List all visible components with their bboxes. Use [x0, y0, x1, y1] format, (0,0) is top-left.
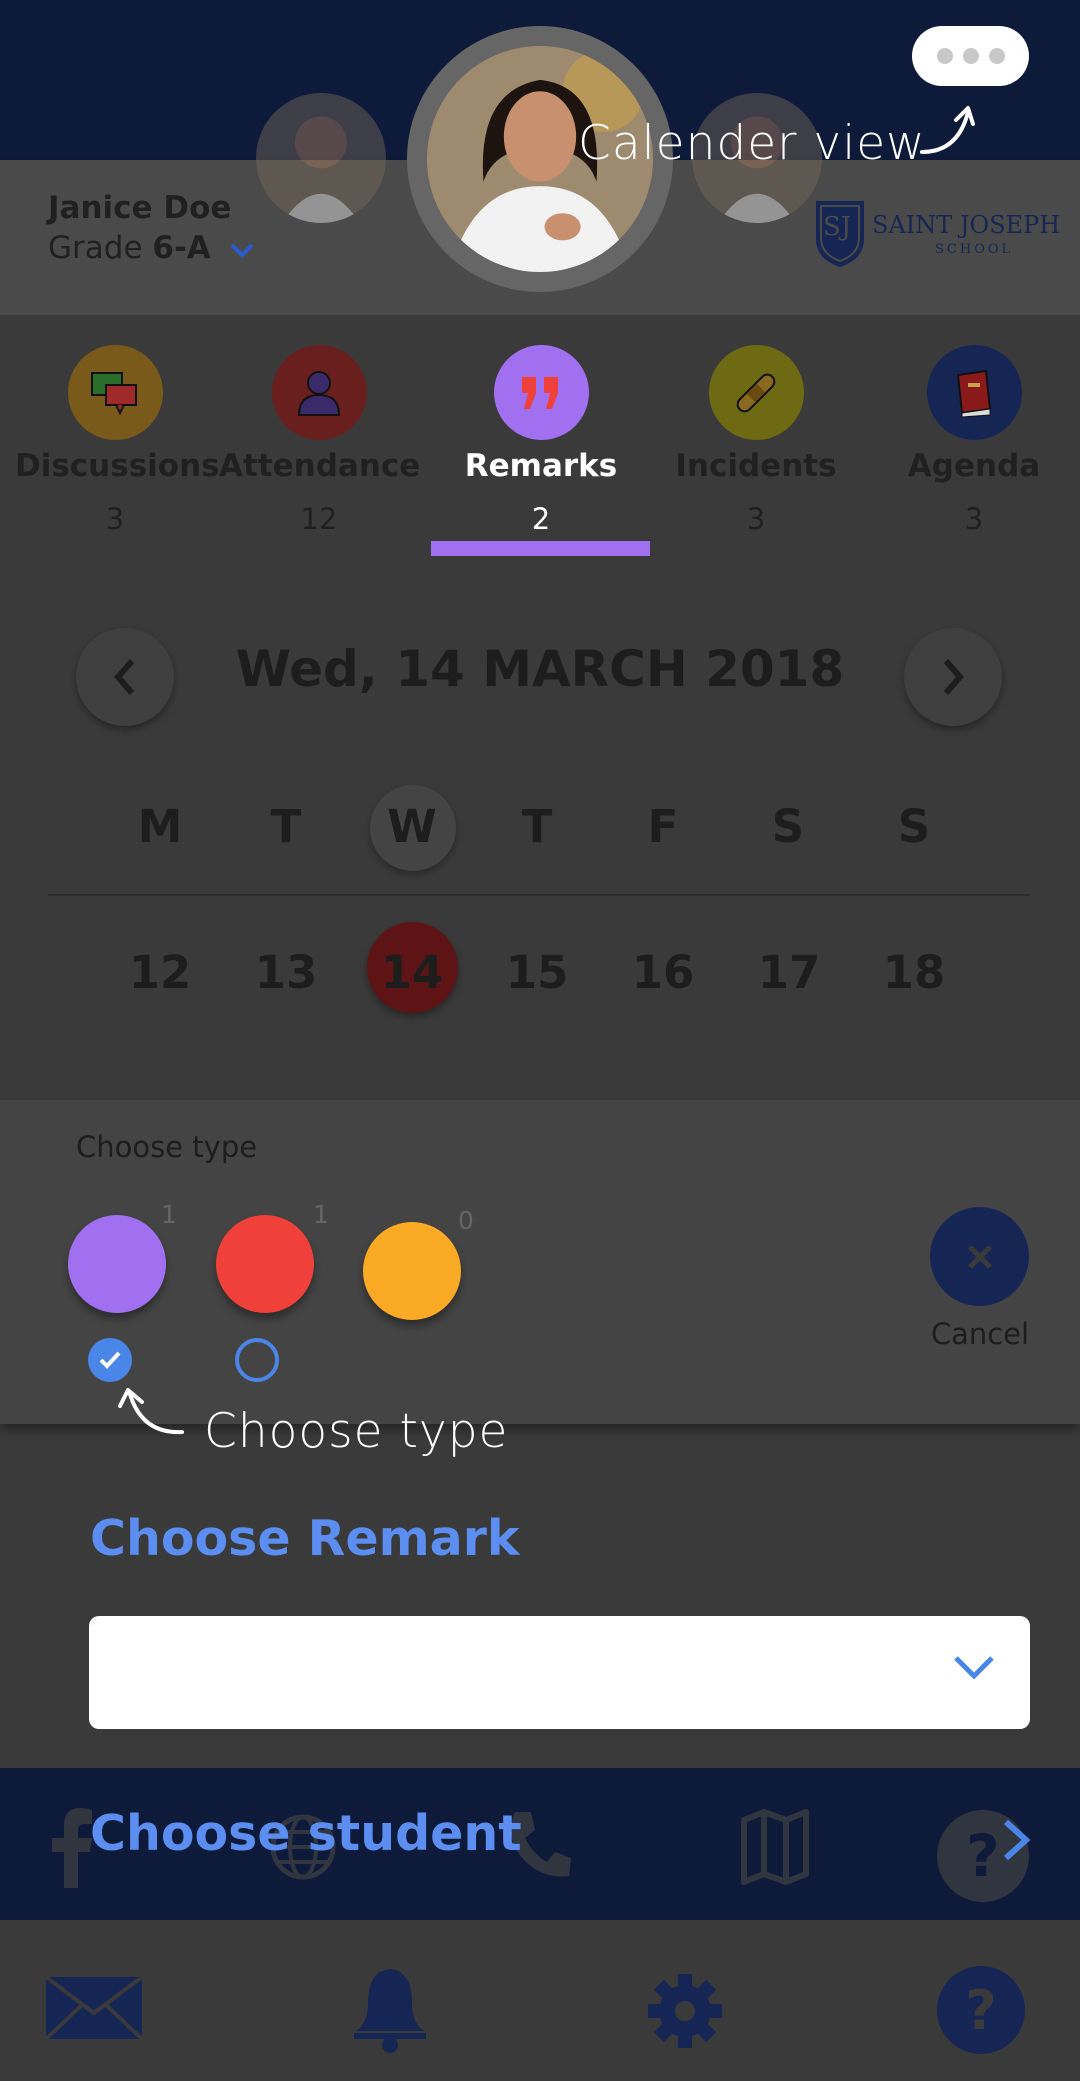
- type-count: 0: [458, 1206, 474, 1235]
- map-icon[interactable]: [740, 1808, 810, 1890]
- weekday-label: W: [387, 800, 437, 853]
- calendar-day[interactable]: 15: [492, 946, 582, 999]
- weekday-label: S: [897, 800, 931, 853]
- help-circle-icon[interactable]: ?: [936, 1965, 1026, 2059]
- weekday-label: S: [771, 800, 805, 853]
- chevron-down-icon[interactable]: [952, 1652, 996, 1682]
- avatar-previous-teacher[interactable]: [256, 93, 386, 223]
- type-count: 1: [161, 1200, 177, 1229]
- next-week-button[interactable]: [904, 628, 1002, 726]
- tab-discussions[interactable]: Discussions 3: [15, 345, 220, 536]
- school-subtitle: SCHOOL: [935, 242, 1014, 257]
- active-tab-indicator: [431, 541, 650, 556]
- tab-count: 12: [300, 502, 338, 536]
- weekday-label: T: [270, 800, 302, 853]
- bandage-icon: [708, 345, 804, 440]
- calendar-divider: [48, 894, 1030, 896]
- annotation-calender-view: Calender view: [578, 116, 926, 171]
- choose-remark-heading: Choose Remark: [90, 1510, 520, 1567]
- type-unselected-radio[interactable]: [235, 1338, 279, 1382]
- chevron-left-icon: [114, 659, 135, 695]
- type-count: 1: [313, 1200, 329, 1229]
- tab-remarks[interactable]: Remarks 2: [441, 345, 641, 536]
- panel-title: Choose type: [76, 1130, 258, 1164]
- tab-label: Agenda: [907, 448, 1041, 484]
- tab-count: 3: [105, 502, 125, 536]
- calendar-day[interactable]: 12: [115, 946, 205, 999]
- tab-count: 2: [531, 502, 551, 536]
- quote-icon: [493, 345, 589, 440]
- grade-value: 6-A: [152, 230, 211, 266]
- type-yellow-button[interactable]: [363, 1222, 461, 1320]
- close-icon: [967, 1244, 992, 1269]
- mail-icon[interactable]: [44, 1975, 144, 2045]
- bottom-navigation: [0, 1920, 1080, 2081]
- type-red-button[interactable]: [216, 1215, 314, 1313]
- student-grade[interactable]: Grade 6-A: [48, 230, 255, 268]
- remark-select[interactable]: [89, 1616, 1030, 1729]
- settings-gear-icon[interactable]: [646, 1972, 724, 2054]
- chevron-right-icon[interactable]: [1000, 1818, 1034, 1862]
- more-dot-icon: [936, 48, 953, 64]
- tab-agenda[interactable]: Agenda 3: [874, 345, 1074, 536]
- school-monogram: SJ: [823, 212, 852, 242]
- tab-count: 3: [964, 502, 984, 536]
- chevron-down-icon[interactable]: [229, 232, 255, 268]
- calendar-day[interactable]: 13: [241, 946, 331, 999]
- annotation-arrow-icon: [920, 106, 975, 154]
- checkmark-icon: [99, 1351, 121, 1369]
- calendar-day[interactable]: 16: [618, 946, 708, 999]
- annotation-arrow-icon: [118, 1388, 184, 1435]
- tab-label: Discussions: [15, 448, 220, 484]
- chat-icon: [67, 345, 163, 440]
- more-dot-icon: [988, 48, 1005, 64]
- choose-student-heading[interactable]: Choose student: [90, 1805, 522, 1862]
- type-purple-button[interactable]: [68, 1215, 166, 1313]
- weekday-label: F: [647, 800, 679, 853]
- more-options-button[interactable]: [912, 26, 1029, 86]
- cancel-label: Cancel: [930, 1317, 1030, 1351]
- grade-prefix: Grade: [48, 230, 143, 266]
- calendar-date-title: Wed, 14 MARCH 2018: [235, 640, 845, 698]
- calendar-day-selected[interactable]: 14: [367, 946, 457, 999]
- calendar-day[interactable]: 18: [869, 946, 959, 999]
- svg-text:?: ?: [965, 1979, 996, 2042]
- facebook-icon[interactable]: [48, 1808, 96, 1892]
- person-icon: [271, 345, 367, 440]
- school-name: SAINT JOSEPH: [872, 211, 1061, 239]
- tab-label: Incidents: [675, 448, 837, 484]
- school-logo: SJ SAINT JOSEPH SCHOOL: [810, 195, 1060, 271]
- weekday-label: M: [137, 800, 183, 853]
- tab-attendance[interactable]: Attendance 12: [219, 345, 421, 536]
- weekday-label: T: [521, 800, 553, 853]
- calendar-day[interactable]: 17: [744, 946, 834, 999]
- tab-label: Remarks: [464, 448, 618, 484]
- type-selected-checkbox[interactable]: [88, 1338, 132, 1382]
- annotation-choose-type: Choose type: [204, 1404, 509, 1459]
- tab-count: 3: [746, 502, 766, 536]
- tab-incidents[interactable]: Incidents 3: [656, 345, 856, 536]
- cancel-button[interactable]: [930, 1207, 1029, 1306]
- bell-icon[interactable]: [350, 1965, 430, 2057]
- book-icon: [926, 345, 1022, 440]
- more-dot-icon: [962, 48, 979, 64]
- student-name: Janice Doe: [48, 190, 232, 226]
- chevron-right-icon: [943, 659, 964, 695]
- svg-text:?: ?: [966, 1822, 1000, 1890]
- tab-label: Attendance: [219, 448, 421, 484]
